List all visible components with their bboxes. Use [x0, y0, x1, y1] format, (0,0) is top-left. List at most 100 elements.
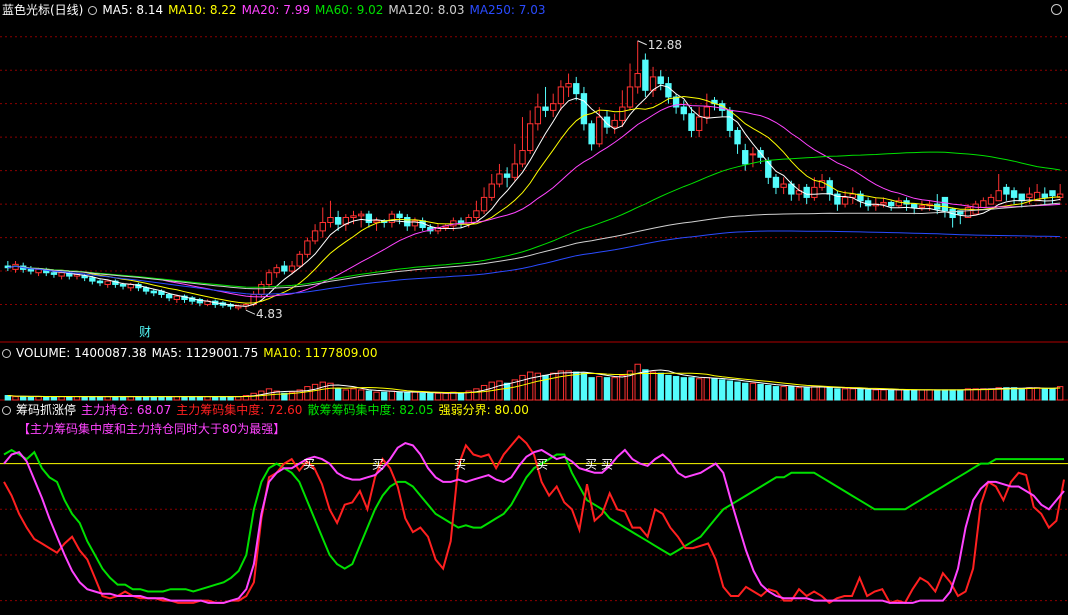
candle [519, 117, 526, 168]
candle-body [496, 173, 503, 185]
candle [488, 173, 495, 201]
candle-body [526, 123, 534, 152]
volume-bar [196, 396, 204, 401]
indicator-settings-circle-icon[interactable] [2, 406, 11, 415]
candle [189, 296, 196, 305]
candle-body [642, 59, 649, 91]
finance-marker[interactable]: 财 [139, 325, 151, 339]
volume-bar [880, 389, 887, 401]
candle-body [50, 272, 58, 275]
candle-body [89, 277, 96, 282]
maximize-icon[interactable] [1051, 4, 1062, 15]
candle-body [473, 210, 480, 218]
candle-body [96, 280, 104, 284]
candle [534, 93, 542, 131]
candle-body [534, 106, 542, 125]
candle [327, 200, 334, 228]
annotation-pointer [245, 309, 256, 315]
candle-body [519, 150, 526, 165]
candle-body [258, 283, 265, 295]
volume-bar [66, 396, 73, 401]
candle-body [841, 196, 849, 205]
candle [611, 113, 618, 134]
ma-line-ma5 [7, 84, 1061, 307]
volume-settings-circle-icon[interactable] [2, 349, 11, 358]
indicator-legend: 主力持仓: 68.07 主力筹码集中度: 72.60 散筹筹码集中度: 82.05 强… [81, 403, 534, 417]
ma-legend: MA5: 8.14 MA10: 8.22 MA20: 7.99 MA60: 9.02 M… [102, 3, 550, 17]
volume-bar [934, 389, 941, 401]
candle-body [311, 230, 319, 242]
candle-body [588, 123, 595, 145]
indicator-label-1: 主力筹码集中度: 72.60 [176, 403, 303, 417]
candle [1056, 184, 1064, 201]
candle-body [680, 106, 687, 115]
candle [273, 264, 280, 278]
candle [304, 237, 311, 258]
volume-bar [649, 371, 657, 401]
volume-bar [27, 396, 35, 401]
candle-body [657, 76, 664, 85]
volume-bar [826, 387, 833, 401]
settings-circle-icon[interactable] [88, 6, 98, 15]
volume-bar [142, 396, 150, 401]
candle [265, 269, 273, 288]
volume-ma10-line [7, 372, 1061, 398]
volume-bar [58, 396, 65, 401]
candle [212, 299, 219, 308]
candle [749, 147, 757, 168]
candle-body [1003, 186, 1010, 195]
volume-bar [972, 388, 979, 401]
candle-body [58, 272, 65, 277]
volume-bar [680, 377, 687, 401]
volume-bar [319, 381, 326, 401]
candle [565, 73, 572, 97]
volume-bar [557, 370, 565, 401]
volume-bar [503, 382, 511, 401]
candle [296, 250, 303, 268]
volume-bar [311, 383, 319, 401]
candle-body [296, 253, 303, 267]
volume-bar [765, 384, 772, 401]
volume-legend: VOLUME: 1400087.38 MA5: 1129001.75 MA10: 1… [16, 346, 382, 360]
candle-body [611, 119, 618, 128]
candle-body [334, 216, 342, 225]
volume-bar [204, 396, 211, 401]
indicator-label-3: 强弱分界: 80.00 [438, 403, 529, 417]
candle-body [726, 109, 734, 131]
volume-bar [788, 386, 795, 401]
candle [319, 207, 326, 238]
volume-bar [35, 396, 42, 401]
candle [903, 197, 910, 211]
volume-bar [742, 382, 749, 401]
ma-label-2: MA20: 7.99 [241, 3, 310, 17]
volume-bar [987, 388, 995, 401]
candle [834, 190, 841, 211]
candle [695, 107, 703, 138]
candle-body [734, 129, 741, 145]
candle [150, 289, 157, 297]
volume-bar [104, 396, 111, 401]
candle [826, 177, 833, 201]
volume-bar [780, 386, 787, 401]
candle-body [388, 213, 396, 224]
buy-signal: 买 [585, 458, 597, 472]
candle [911, 203, 918, 215]
candle-body [1018, 193, 1025, 202]
volume-bar [903, 389, 910, 401]
candle [957, 210, 964, 225]
volume-bar [519, 374, 526, 401]
candle [457, 217, 465, 228]
candle-body [887, 201, 895, 207]
candle [112, 279, 119, 288]
volume-bar [834, 388, 841, 401]
volume-label-0: VOLUME: 1400087.38 [16, 346, 147, 360]
moving-average-lines [7, 84, 1061, 307]
candle-body [780, 183, 787, 188]
indicator-label-0: 主力持仓: 68.07 [81, 403, 172, 417]
candle-body [365, 213, 373, 224]
volume-bar [158, 396, 165, 401]
volume-bar [634, 363, 641, 401]
volume-bar [941, 389, 949, 401]
candle-body [288, 265, 296, 272]
candle-body [27, 268, 35, 272]
